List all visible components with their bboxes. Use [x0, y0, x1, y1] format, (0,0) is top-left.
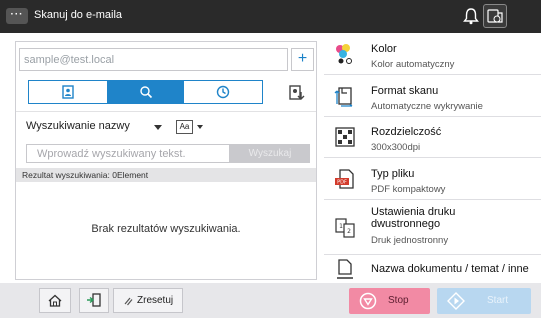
- search-type-select[interactable]: Wyszukiwanie nazwy: [26, 120, 172, 138]
- address-input[interactable]: sample@test.local: [19, 48, 288, 71]
- page-title: Skanuj do e-maila: [34, 9, 123, 21]
- result-count-bar: Rezultat wyszukiwania: 0Element: [16, 168, 316, 182]
- arrow-into-icon: [87, 293, 101, 307]
- setting-resolution[interactable]: Rozdzielczość 300x300dpi: [324, 117, 541, 158]
- address-panel: sample@test.local + Wyszukiwanie nazwy A…: [15, 41, 317, 280]
- change-function-button[interactable]: [79, 288, 109, 313]
- chevron-down-icon: [197, 125, 203, 129]
- bell-icon[interactable]: [461, 6, 481, 26]
- setting-title: Format skanu: [371, 85, 439, 97]
- tab-search[interactable]: [106, 81, 185, 103]
- start-icon: [447, 292, 465, 310]
- setting-title: Rozdzielczość: [371, 126, 442, 138]
- setting-value: Kolor automatyczny: [371, 59, 455, 70]
- pdf-file-icon: PDF: [335, 169, 354, 189]
- chevron-down-icon: [154, 125, 162, 130]
- setting-value: PDF kompaktowy: [371, 184, 446, 195]
- resolution-icon: [335, 127, 355, 147]
- divider: [16, 111, 316, 112]
- setting-title: Nazwa dokumentu / temat / inne: [371, 263, 529, 275]
- stop-label: Stop: [388, 295, 409, 306]
- setting-value: Automatyczne wykrywanie: [371, 101, 483, 112]
- document-name-icon: [337, 259, 353, 279]
- stop-button[interactable]: Stop: [349, 288, 430, 314]
- setting-scan-format[interactable]: Format skanu Automatyczne wykrywanie: [324, 75, 541, 117]
- tab-history[interactable]: [184, 81, 262, 103]
- duplex-icon: 1 2: [335, 218, 355, 238]
- scan-format-icon: [334, 87, 353, 107]
- empty-results-message: Brak rezultatów wyszukiwania.: [91, 223, 241, 235]
- setting-value: 300x300dpi: [371, 142, 421, 153]
- svg-text:2: 2: [347, 228, 351, 235]
- case-label: Aa: [176, 120, 193, 134]
- setting-title: Typ pliku: [371, 168, 415, 180]
- svg-text:PDF: PDF: [337, 180, 347, 186]
- start-button[interactable]: Start: [437, 288, 531, 314]
- menu-button[interactable]: ···: [6, 8, 28, 24]
- setting-title: Kolor: [371, 43, 397, 55]
- eraser-icon: [124, 297, 133, 306]
- settings-panel: Kolor Kolor automatyczny Format skanu Au…: [324, 33, 541, 283]
- setting-value: Druk jednostronny: [371, 235, 449, 246]
- search-button[interactable]: Wyszukaj: [230, 144, 310, 163]
- setting-color[interactable]: Kolor Kolor automatyczny: [324, 33, 541, 75]
- reset-label: Zresetuj: [137, 295, 174, 306]
- bottom-bar: Zresetuj Stop Start: [0, 283, 541, 318]
- address-tabs: [28, 80, 263, 104]
- search-placeholder: Wprowadź wyszukiwany tekst.: [37, 148, 186, 160]
- search-icon: [139, 86, 152, 99]
- setting-title-line1: Ustawienia druku: [371, 206, 456, 218]
- setting-duplex[interactable]: 1 2 Ustawienia druku dwustronnego Druk j…: [324, 200, 541, 255]
- setting-file-type[interactable]: PDF Typ pliku PDF kompaktowy: [324, 158, 541, 200]
- address-book-icon: [62, 85, 74, 99]
- start-label: Start: [487, 295, 509, 306]
- clock-icon: [216, 85, 230, 99]
- stop-icon: [359, 292, 377, 310]
- color-icon: [336, 44, 352, 64]
- tab-address-book[interactable]: [29, 81, 107, 103]
- setting-document-name[interactable]: Nazwa dokumentu / temat / inne: [324, 255, 541, 283]
- home-icon: [48, 294, 62, 307]
- device-icon: [487, 9, 503, 23]
- direct-input-icon[interactable]: [287, 83, 307, 103]
- search-input[interactable]: Wprowadź wyszukiwany tekst.: [26, 144, 230, 163]
- svg-text:1: 1: [339, 223, 343, 230]
- home-button[interactable]: [39, 288, 71, 313]
- device-status-button[interactable]: [483, 4, 507, 28]
- reset-button[interactable]: Zresetuj: [113, 288, 183, 313]
- result-count: Rezultat wyszukiwania: 0Element: [22, 170, 149, 180]
- case-sensitivity-select[interactable]: Aa: [176, 118, 208, 136]
- title-bar: ··· Skanuj do e-maila: [0, 0, 541, 33]
- setting-title-line2: dwustronnego: [371, 218, 441, 230]
- add-address-button[interactable]: +: [291, 48, 314, 71]
- address-placeholder: sample@test.local: [24, 54, 115, 66]
